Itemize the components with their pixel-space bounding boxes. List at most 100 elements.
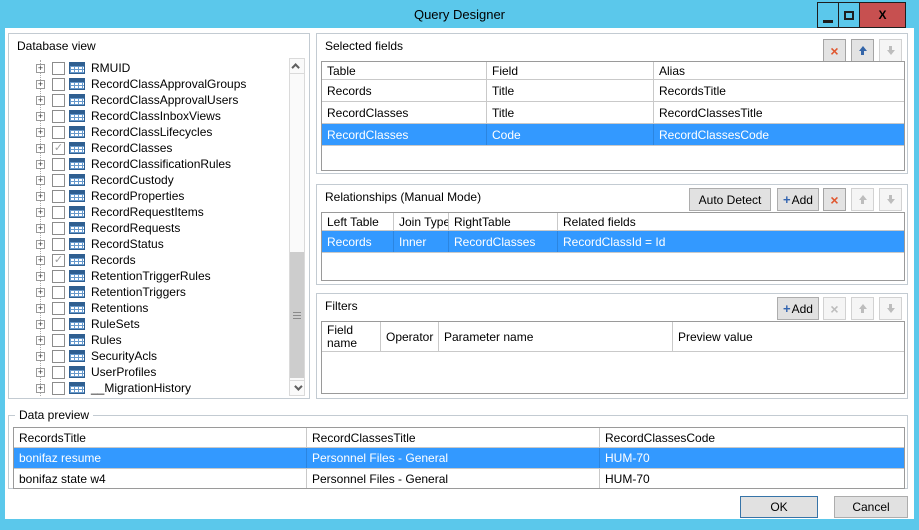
tree-item[interactable]: +SecurityAcls [9, 348, 287, 364]
expand-icon[interactable]: + [36, 64, 45, 73]
expand-icon[interactable]: + [36, 96, 45, 105]
expand-icon[interactable]: + [36, 128, 45, 137]
column-header[interactable]: Table [322, 62, 487, 79]
move-relationship-up-button[interactable] [851, 188, 874, 211]
grid-row[interactable]: bonifaz state w4 Personnel Files - Gener… [14, 469, 904, 489]
tree-item[interactable]: +RetentionTriggers [9, 284, 287, 300]
checkbox[interactable] [52, 126, 65, 139]
expand-icon[interactable]: + [36, 368, 45, 377]
expand-icon[interactable]: + [36, 256, 45, 265]
column-header[interactable]: Related fields [558, 213, 904, 230]
scrollbar-thumb[interactable] [290, 252, 304, 378]
checkbox[interactable] [52, 158, 65, 171]
expand-icon[interactable]: + [36, 272, 45, 281]
checkbox[interactable] [52, 190, 65, 203]
expand-icon[interactable]: + [36, 112, 45, 121]
checkbox[interactable] [52, 206, 65, 219]
tree-item[interactable]: +RecordProperties [9, 188, 287, 204]
auto-detect-button[interactable]: Auto Detect [689, 188, 771, 211]
column-header[interactable]: RecordClassesTitle [307, 428, 600, 447]
checkbox[interactable] [52, 174, 65, 187]
column-header[interactable]: Join Type [394, 213, 449, 230]
move-filter-up-button[interactable] [851, 297, 874, 320]
checkbox[interactable]: ✓ [52, 254, 65, 267]
expand-icon[interactable]: + [36, 192, 45, 201]
grid-row-selected[interactable]: RecordClasses Code RecordClassesCode [322, 124, 904, 146]
checkbox[interactable] [52, 238, 65, 251]
ok-button[interactable]: OK [740, 496, 818, 518]
expand-icon[interactable]: + [36, 288, 45, 297]
tree-item[interactable]: +Rules [9, 332, 287, 348]
grid-row[interactable]: RecordClasses Title RecordClassesTitle [322, 102, 904, 124]
tree-item[interactable]: +✓RecordClasses [9, 140, 287, 156]
expand-icon[interactable]: + [36, 160, 45, 169]
grid-row-selected[interactable]: Records Inner RecordClasses RecordClassI… [322, 231, 904, 253]
tree-item[interactable]: +✓Records [9, 252, 287, 268]
checkbox[interactable] [52, 78, 65, 91]
tree-item[interactable]: +RecordClassApprovalUsers [9, 92, 287, 108]
column-header[interactable]: Parameter name [439, 322, 673, 351]
tree-item[interactable]: +RecordClassLifecycles [9, 124, 287, 140]
expand-icon[interactable]: + [36, 304, 45, 313]
tree-item[interactable]: +RuleSets [9, 316, 287, 332]
scroll-up-button[interactable] [290, 59, 304, 74]
close-button[interactable]: X [859, 2, 906, 28]
checkbox[interactable] [52, 286, 65, 299]
move-filter-down-button[interactable] [879, 297, 902, 320]
minimize-button[interactable] [817, 2, 839, 28]
expand-icon[interactable]: + [36, 384, 45, 393]
expand-icon[interactable]: + [36, 320, 45, 329]
checkbox[interactable] [52, 270, 65, 283]
column-header[interactable]: Alias [654, 62, 904, 79]
column-header[interactable]: Left Table [322, 213, 394, 230]
add-filter-button[interactable]: +Add [777, 297, 819, 320]
move-field-down-button[interactable] [879, 39, 902, 62]
tree-item[interactable]: +RecordRequestItems [9, 204, 287, 220]
tree-item-partial[interactable]: + [9, 396, 287, 398]
expand-icon[interactable]: + [36, 176, 45, 185]
expand-icon[interactable]: + [36, 224, 45, 233]
tree-item[interactable]: +RecordClassApprovalGroups [9, 76, 287, 92]
expand-icon[interactable]: + [36, 144, 45, 153]
checkbox[interactable] [52, 62, 65, 75]
expand-icon[interactable]: + [36, 336, 45, 345]
remove-field-button[interactable]: × [823, 39, 846, 62]
checkbox[interactable] [52, 110, 65, 123]
column-header[interactable]: RecordsTitle [14, 428, 307, 447]
maximize-button[interactable] [838, 2, 860, 28]
checkbox[interactable] [52, 334, 65, 347]
grid-row-selected[interactable]: bonifaz resume Personnel Files - General… [14, 448, 904, 469]
checkbox[interactable]: ✓ [52, 142, 65, 155]
remove-filter-button[interactable]: × [823, 297, 846, 320]
expand-icon[interactable]: + [36, 240, 45, 249]
checkbox[interactable] [52, 222, 65, 235]
checkbox[interactable] [52, 318, 65, 331]
column-header[interactable]: RecordClassesCode [600, 428, 904, 447]
remove-relationship-button[interactable]: × [823, 188, 846, 211]
column-header[interactable]: RightTable [449, 213, 558, 230]
tree-item[interactable]: +RecordStatus [9, 236, 287, 252]
tree-item[interactable]: +Retentions [9, 300, 287, 316]
checkbox[interactable] [52, 382, 65, 395]
tree-item[interactable]: +UserProfiles [9, 364, 287, 380]
move-relationship-down-button[interactable] [879, 188, 902, 211]
add-relationship-button[interactable]: +Add [777, 188, 819, 211]
checkbox[interactable] [52, 366, 65, 379]
tree-item[interactable]: +RMUID [9, 60, 287, 76]
tree-item[interactable]: +__MigrationHistory [9, 380, 287, 396]
tree-scrollbar[interactable] [289, 58, 305, 396]
column-header[interactable]: Preview value [673, 322, 904, 351]
grid-row[interactable]: Records Title RecordsTitle [322, 80, 904, 102]
tree-item[interactable]: +RetentionTriggerRules [9, 268, 287, 284]
column-header[interactable]: Field [487, 62, 654, 79]
column-header[interactable]: Operator [381, 322, 439, 351]
expand-icon[interactable]: + [36, 208, 45, 217]
tree-item[interactable]: +RecordClassificationRules [9, 156, 287, 172]
cancel-button[interactable]: Cancel [834, 496, 908, 518]
checkbox[interactable] [52, 94, 65, 107]
move-field-up-button[interactable] [851, 39, 874, 62]
scroll-down-button[interactable] [290, 380, 304, 395]
checkbox[interactable] [52, 398, 65, 399]
expand-icon[interactable]: + [36, 352, 45, 361]
checkbox[interactable] [52, 350, 65, 363]
